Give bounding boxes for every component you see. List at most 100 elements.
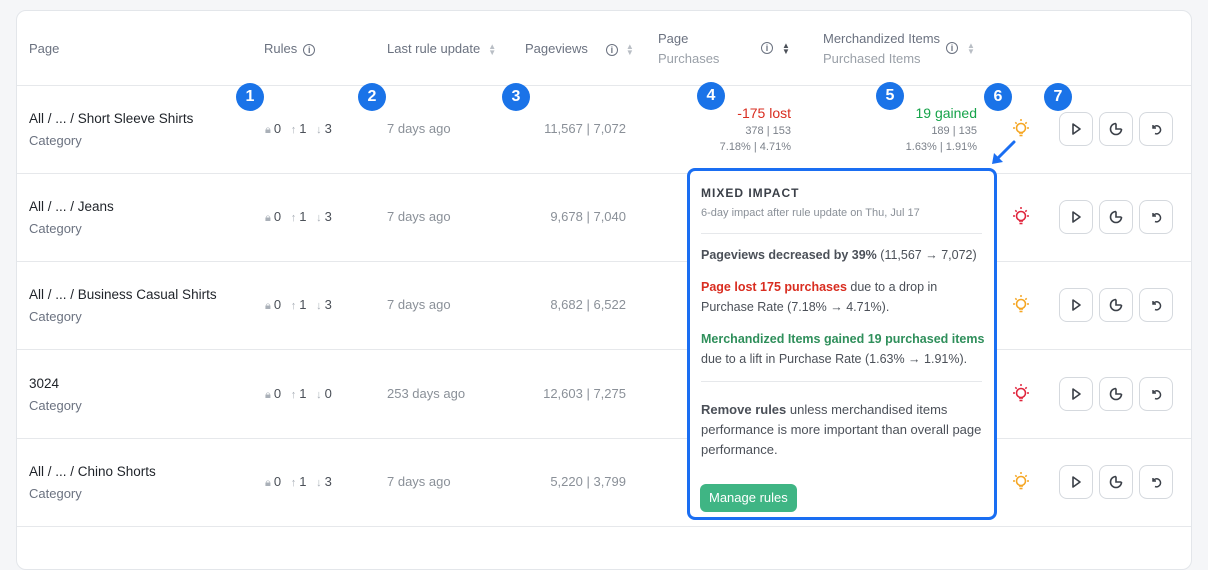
play-icon [1069,387,1083,401]
header-pageviews[interactable]: Pageviews i ▲ ▼ [525,41,634,56]
pageviews-value: 8,682 | 6,522 [550,297,626,312]
last-update: 7 days ago [387,474,451,489]
run-button[interactable] [1059,288,1093,322]
header-rules[interactable]: Rules i [264,41,316,56]
page-type: Category [29,221,82,236]
page-purchases-summary: Page lost 175 purchases due to a drop in… [701,280,938,314]
arrow-down-icon: ↓ [316,389,322,401]
pageviews-value: 11,567 | 7,072 [544,121,626,136]
lock-icon: 🔒︎ [265,212,271,224]
page-name[interactable]: 3024 [29,376,82,391]
page-type: Category [29,398,82,413]
arrow-down-icon: ↓ [316,300,322,312]
arrow-up-icon: ↑ [290,124,297,136]
page-counts: 378 | 153 [745,125,791,137]
page-name[interactable]: All / ... / Chino Shorts [29,464,156,479]
arrow-down-icon: ↓ [316,212,322,224]
arrow-down-icon: ↓ [316,477,322,489]
divider [17,349,1191,350]
divider [17,261,1191,262]
popover-title: MIXED IMPACT [701,186,800,200]
pie-chart-icon [1109,210,1123,224]
rules-counts: 🔒︎ 0 ↑ 1 ↓ 0 [265,386,332,401]
pageviews-summary: Pageviews decreased by 39% (11,567 → 7,0… [701,248,977,262]
merch-rates: 1.63% | 1.91% [905,141,977,153]
analytics-button[interactable] [1099,377,1133,411]
lightbulb-icon[interactable] [1011,471,1031,493]
header-page[interactable]: Page [29,41,59,56]
revert-button[interactable] [1139,112,1173,146]
run-button[interactable] [1059,200,1093,234]
lock-icon: 🔒︎ [265,300,271,312]
arrow-up-icon: ↑ [290,477,297,489]
step-badge: 3 [502,83,530,111]
page-name[interactable]: All / ... / Jeans [29,199,114,214]
analytics-button[interactable] [1099,288,1133,322]
pie-chart-icon [1109,475,1123,489]
step-badge: 1 [236,83,264,111]
pie-chart-icon [1109,122,1123,136]
header-merchandized-items[interactable]: Merchandized Items Purchased Items [823,31,940,66]
step-badge: 7 [1044,83,1072,111]
popover-subtitle: 6-day impact after rule update on Thu, J… [701,207,920,219]
page-name[interactable]: All / ... / Short Sleeve Shirts [29,111,193,126]
page-name[interactable]: All / ... / Business Casual Shirts [29,287,217,302]
table-row[interactable]: All / ... / Chino Shorts Category [29,464,156,501]
run-button[interactable] [1059,112,1093,146]
lock-icon: 🔒︎ [265,124,271,136]
page-purchases-cell: -175 lost 378 | 153 7.18% | 4.71% [690,105,791,155]
header-last-rule-update[interactable]: Last rule update ▲ ▼ [387,41,496,56]
revert-button[interactable] [1139,377,1173,411]
play-icon [1069,210,1083,224]
info-icon[interactable]: i [761,42,773,54]
play-icon [1069,122,1083,136]
analytics-button[interactable] [1099,465,1133,499]
rules-counts: 🔒︎ 0 ↑ 1 ↓ 3 [265,297,332,312]
sort-icon[interactable]: ▲ ▼ [488,42,496,56]
lightbulb-icon[interactable] [1011,383,1031,405]
revert-icon [1149,387,1163,401]
table-row[interactable]: All / ... / Jeans Category [29,199,114,236]
revert-button[interactable] [1139,465,1173,499]
step-badge: 6 [984,83,1012,111]
revert-button[interactable] [1139,288,1173,322]
info-icon[interactable]: i [605,43,618,56]
table-row[interactable]: 3024 Category [29,376,82,413]
page-type: Category [29,486,82,501]
revert-icon [1149,475,1163,489]
sort-icon[interactable]: ▲ ▼ [782,42,790,56]
sort-icon[interactable]: ▲ ▼ [967,42,975,56]
divider [701,381,982,382]
table-row[interactable]: All / ... / Business Casual Shirts Categ… [29,287,217,324]
pageviews-value: 5,220 | 3,799 [550,474,626,489]
revert-icon [1149,122,1163,136]
rules-counts: 🔒︎ 0 ↑ 1 ↓ 3 [265,209,332,224]
run-button[interactable] [1059,377,1093,411]
manage-rules-button[interactable]: Manage rules [700,484,797,512]
run-button[interactable] [1059,465,1093,499]
arrow-up-icon: ↑ [290,212,297,224]
lock-icon: 🔒︎ [265,389,271,401]
header-page-purchases[interactable]: Page Purchases [658,31,719,66]
last-update: 253 days ago [387,386,466,401]
info-icon[interactable]: i [946,42,958,54]
lightbulb-icon[interactable] [1011,294,1031,316]
revert-icon [1149,210,1163,224]
merch-items-cell: 19 gained 189 | 135 1.63% | 1.91% [876,105,977,155]
analytics-button[interactable] [1099,112,1133,146]
lightbulb-icon[interactable] [1011,118,1031,140]
info-icon[interactable]: i [303,43,316,56]
pointer-arrow-icon [992,140,1016,164]
last-update: 7 days ago [387,121,451,136]
table-row[interactable]: All / ... / Short Sleeve Shirts Category [29,111,193,148]
arrow-down-icon: ↓ [316,124,322,136]
divider [17,173,1191,174]
lightbulb-icon[interactable] [1011,206,1031,228]
impact-popover: MIXED IMPACT 6-day impact after rule upd… [687,168,997,520]
divider [17,438,1191,439]
step-badge: 2 [358,83,386,111]
revert-button[interactable] [1139,200,1173,234]
analytics-button[interactable] [1099,200,1133,234]
sort-icon[interactable]: ▲ ▼ [626,42,634,56]
last-update: 7 days ago [387,209,451,224]
